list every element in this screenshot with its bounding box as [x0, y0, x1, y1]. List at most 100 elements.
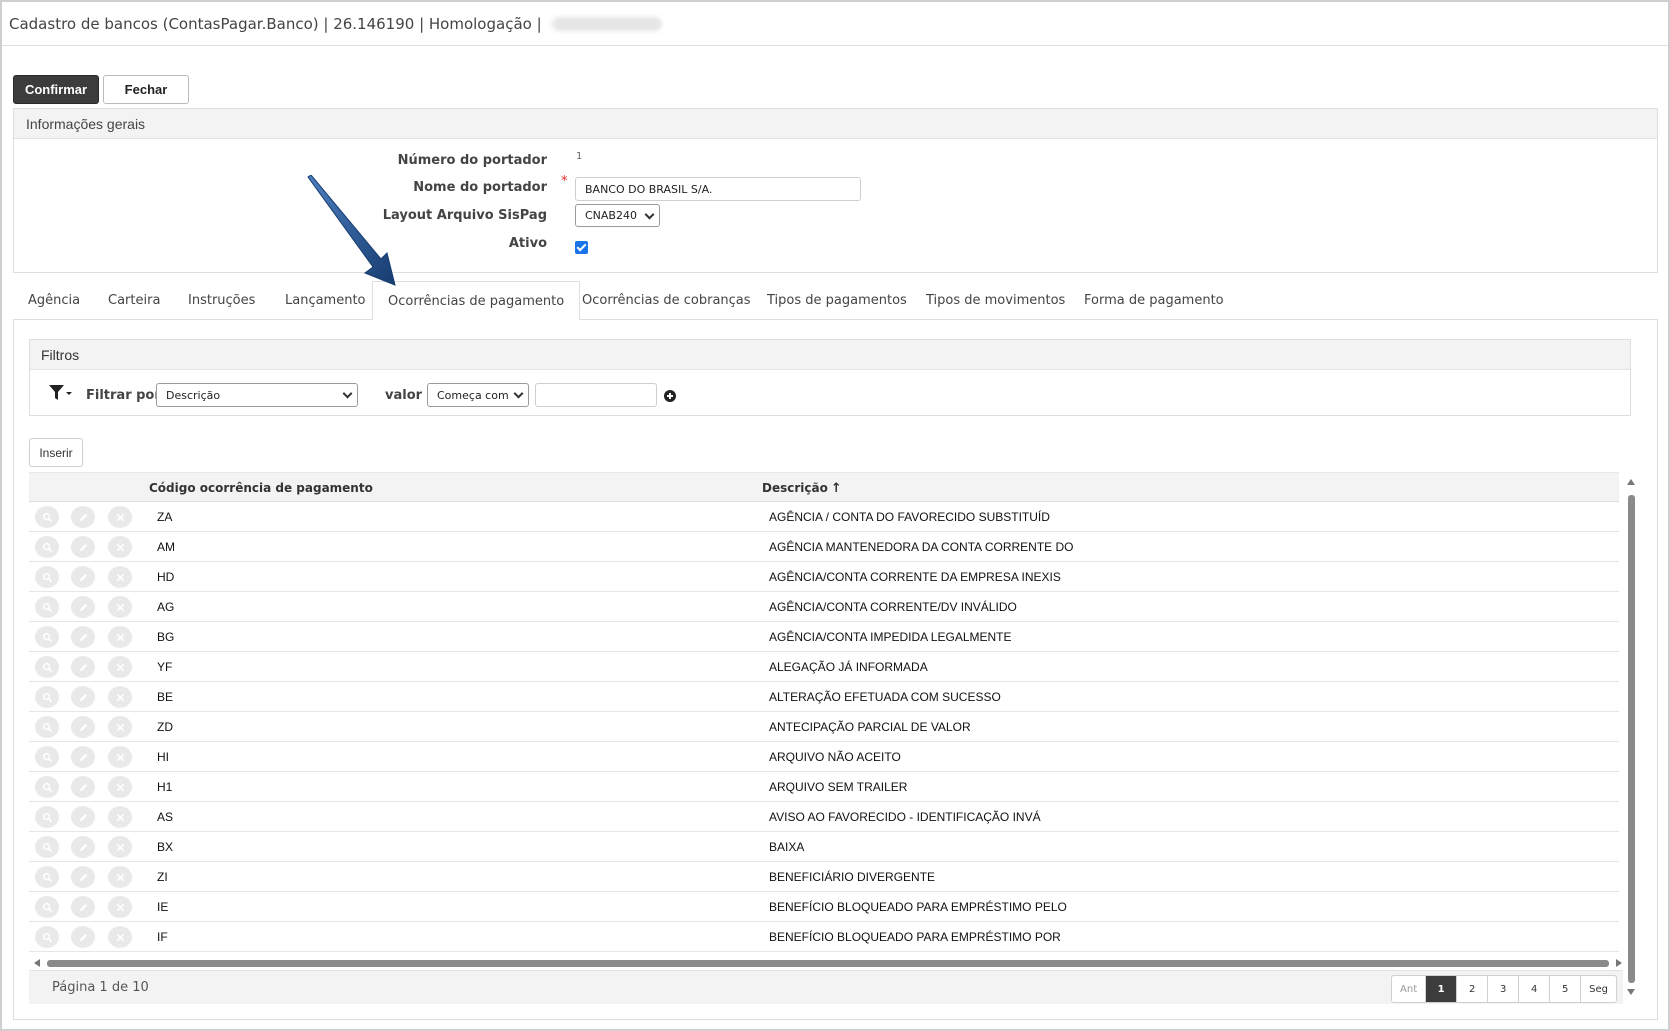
delete-icon[interactable]: [108, 806, 132, 828]
scroll-left-icon[interactable]: [34, 959, 40, 967]
column-header-code[interactable]: Código ocorrência de pagamento: [149, 481, 373, 495]
view-icon[interactable]: [35, 686, 59, 708]
filter-value-input[interactable]: [535, 383, 657, 407]
table-row[interactable]: ZA AGÊNCIA / CONTA DO FAVORECIDO SUBSTITU…: [29, 502, 1619, 532]
edit-icon[interactable]: [71, 536, 95, 558]
tab-ocorrencias-cobrancas[interactable]: Ocorrências de cobranças: [582, 281, 751, 320]
delete-icon[interactable]: [108, 626, 132, 648]
page-3-button[interactable]: 3: [1488, 976, 1520, 1002]
scroll-down-icon[interactable]: [1627, 989, 1635, 995]
delete-icon[interactable]: [108, 896, 132, 918]
page-4-button[interactable]: 4: [1519, 976, 1551, 1002]
close-button[interactable]: Fechar: [103, 75, 189, 104]
edit-icon[interactable]: [71, 626, 95, 648]
table-row[interactable]: AM AGÊNCIA MANTENEDORA DA CONTA CORRENTE …: [29, 532, 1619, 562]
delete-icon[interactable]: [108, 776, 132, 798]
table-row[interactable]: HI ARQUIVO NÃO ACEITO: [29, 742, 1619, 772]
page-next-button[interactable]: Seg: [1581, 976, 1616, 1002]
table-row[interactable]: BG AGÊNCIA/CONTA IMPEDIDA LEGALMENTE: [29, 622, 1619, 652]
tab-carteira[interactable]: Carteira: [108, 281, 160, 320]
delete-icon[interactable]: [108, 506, 132, 528]
view-icon[interactable]: [35, 806, 59, 828]
delete-icon[interactable]: [108, 596, 132, 618]
filter-field-select[interactable]: Descrição: [156, 383, 358, 407]
edit-icon[interactable]: [71, 836, 95, 858]
view-icon[interactable]: [35, 716, 59, 738]
column-header-description[interactable]: Descrição ↑: [762, 481, 842, 496]
scroll-up-icon[interactable]: [1627, 479, 1635, 485]
edit-icon[interactable]: [71, 806, 95, 828]
delete-icon[interactable]: [108, 926, 132, 948]
add-filter-icon[interactable]: [664, 390, 676, 402]
edit-icon[interactable]: [71, 746, 95, 768]
view-icon[interactable]: [35, 566, 59, 588]
edit-icon[interactable]: [71, 686, 95, 708]
table-row[interactable]: IF BENEFÍCIO BLOQUEADO PARA EMPRÉSTIMO PO…: [29, 922, 1619, 952]
tab-instrucoes[interactable]: Instruções: [188, 281, 255, 320]
view-icon[interactable]: [35, 896, 59, 918]
table-row[interactable]: ZD ANTECIPAÇÃO PARCIAL DE VALOR: [29, 712, 1619, 742]
view-icon[interactable]: [35, 626, 59, 648]
delete-icon[interactable]: [108, 836, 132, 858]
edit-icon[interactable]: [71, 896, 95, 918]
vertical-scrollbar[interactable]: [1626, 477, 1636, 997]
horizontal-scrollbar[interactable]: [33, 958, 1623, 968]
view-icon[interactable]: [35, 506, 59, 528]
delete-icon[interactable]: [108, 566, 132, 588]
edit-icon[interactable]: [71, 776, 95, 798]
table-row[interactable]: YF ALEGAÇÃO JÁ INFORMADA: [29, 652, 1619, 682]
delete-icon[interactable]: [108, 746, 132, 768]
edit-icon[interactable]: [71, 866, 95, 888]
active-checkbox[interactable]: [575, 241, 588, 254]
edit-icon[interactable]: [71, 566, 95, 588]
view-icon[interactable]: [35, 776, 59, 798]
insert-button[interactable]: Inserir: [29, 438, 83, 467]
horizontal-scroll-thumb[interactable]: [47, 960, 1609, 967]
view-icon[interactable]: [35, 836, 59, 858]
tab-lancamento[interactable]: Lançamento: [285, 281, 366, 320]
cell-code: AM: [157, 540, 175, 554]
view-icon[interactable]: [35, 926, 59, 948]
cell-description: ARQUIVO SEM TRAILER: [769, 780, 908, 794]
view-icon[interactable]: [35, 746, 59, 768]
edit-icon[interactable]: [71, 716, 95, 738]
tab-ocorrencias-pagamento[interactable]: Ocorrências de pagamento: [372, 281, 581, 321]
page-prev-button[interactable]: Ant: [1392, 976, 1427, 1002]
delete-icon[interactable]: [108, 536, 132, 558]
delete-icon[interactable]: [108, 686, 132, 708]
vertical-scroll-thumb[interactable]: [1628, 495, 1635, 983]
table-row[interactable]: ZI BENEFICIÁRIO DIVERGENTE: [29, 862, 1619, 892]
tab-tipos-pagamentos[interactable]: Tipos de pagamentos: [767, 281, 907, 320]
delete-icon[interactable]: [108, 716, 132, 738]
portador-name-input[interactable]: BANCO DO BRASIL S/A.: [575, 177, 861, 201]
layout-sispag-select[interactable]: CNAB240: [575, 204, 660, 227]
page-1-button[interactable]: 1: [1426, 976, 1458, 1002]
edit-icon[interactable]: [71, 926, 95, 948]
filter-field-value: Descrição: [166, 388, 221, 402]
view-icon[interactable]: [35, 536, 59, 558]
table-row[interactable]: H1 ARQUIVO SEM TRAILER: [29, 772, 1619, 802]
filter-operator-select[interactable]: Começa com: [427, 383, 529, 407]
edit-icon[interactable]: [71, 506, 95, 528]
table-row[interactable]: IE BENEFÍCIO BLOQUEADO PARA EMPRÉSTIMO PE…: [29, 892, 1619, 922]
delete-icon[interactable]: [108, 656, 132, 678]
scroll-right-icon[interactable]: [1616, 959, 1622, 967]
tab-tipos-movimentos[interactable]: Tipos de movimentos: [926, 281, 1065, 320]
page-5-button[interactable]: 5: [1550, 976, 1582, 1002]
view-icon[interactable]: [35, 866, 59, 888]
confirm-button[interactable]: Confirmar: [13, 75, 99, 104]
delete-icon[interactable]: [108, 866, 132, 888]
table-row[interactable]: AS AVISO AO FAVORECIDO - IDENTIFICAÇÃO IN…: [29, 802, 1619, 832]
table-row[interactable]: AG AGÊNCIA/CONTA CORRENTE/DV INVÁLIDO: [29, 592, 1619, 622]
view-icon[interactable]: [35, 596, 59, 618]
edit-icon[interactable]: [71, 656, 95, 678]
edit-icon[interactable]: [71, 596, 95, 618]
table-row[interactable]: HD AGÊNCIA/CONTA CORRENTE DA EMPRESA INEX…: [29, 562, 1619, 592]
view-icon[interactable]: [35, 656, 59, 678]
filter-icon[interactable]: [48, 384, 72, 402]
table-row[interactable]: BX BAIXA: [29, 832, 1619, 862]
tab-forma-pagamento[interactable]: Forma de pagamento: [1084, 281, 1224, 320]
page-2-button[interactable]: 2: [1457, 976, 1489, 1002]
tab-agencia[interactable]: Agência: [28, 281, 80, 320]
table-row[interactable]: BE ALTERAÇÃO EFETUADA COM SUCESSO: [29, 682, 1619, 712]
